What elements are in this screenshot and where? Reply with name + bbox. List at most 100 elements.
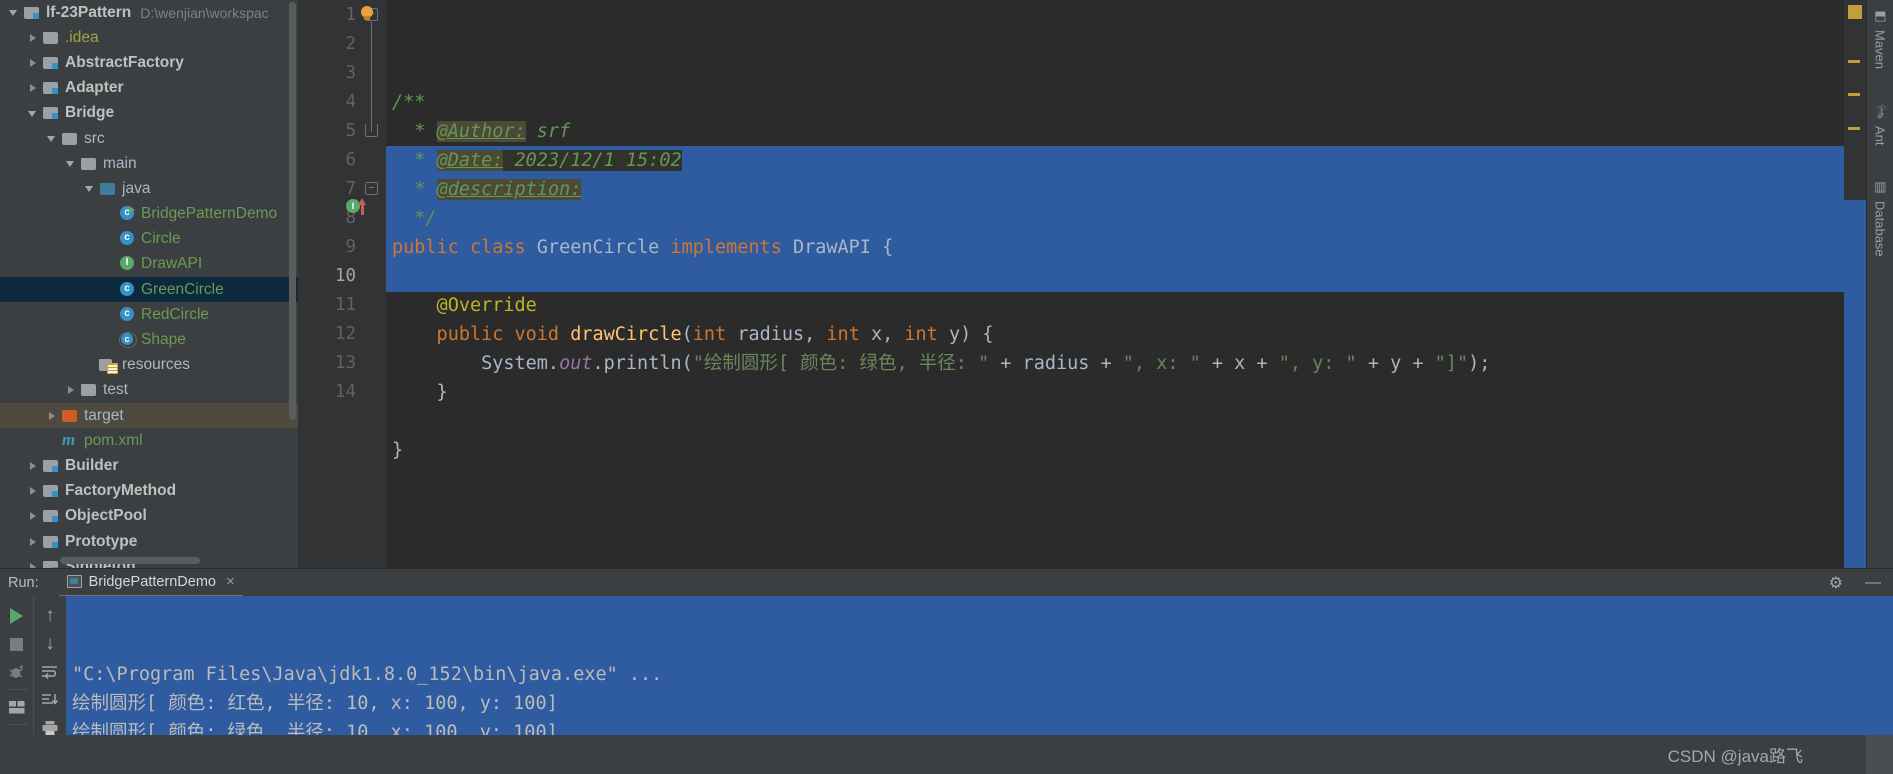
database-icon: ▤ (1872, 181, 1888, 197)
project-tree-vertical-scrollbar[interactable] (289, 2, 296, 420)
chevron-right-icon[interactable] (27, 560, 40, 568)
chevron-right-icon[interactable] (46, 409, 59, 422)
code-line[interactable]: } (386, 378, 1866, 407)
code-line[interactable] (386, 465, 1866, 494)
inspection-status-marker[interactable] (1848, 5, 1862, 19)
tree-item-java[interactable]: java (0, 176, 298, 201)
code-line[interactable]: */ (386, 204, 1866, 233)
tree-item-redcircle[interactable]: RedCircle (0, 302, 298, 327)
module-folder-icon (23, 5, 41, 21)
gutter-line-number: 4 (345, 92, 356, 112)
tree-item-objectpool[interactable]: ObjectPool (0, 504, 298, 529)
rail-tab-database-label: Database (1872, 201, 1888, 258)
rail-tab-database[interactable]: ▤ Database (1870, 175, 1891, 263)
java-class-icon (118, 306, 136, 323)
tree-item-label: Circle (141, 230, 181, 248)
code-line[interactable]: * @Date: 2023/12/1 15:02 (386, 146, 1866, 175)
tree-item-target[interactable]: target (0, 403, 298, 429)
chevron-right-icon[interactable] (27, 56, 40, 69)
tree-item-lf-23pattern[interactable]: lf-23Pattern D:\wenjian\workspac (0, 0, 298, 25)
tree-item-bridgepatterndemo[interactable]: BridgePatternDemo (0, 202, 298, 227)
soft-wrap-button[interactable] (36, 658, 64, 686)
tree-item-greencircle[interactable]: GreenCircle (0, 277, 298, 303)
tree-item-builder[interactable]: Builder (0, 453, 298, 478)
chevron-right-icon[interactable] (65, 384, 78, 397)
code-line[interactable]: /** (386, 88, 1866, 117)
code-token-anno: @Override (392, 295, 537, 316)
tree-item-bridge[interactable]: Bridge (0, 101, 298, 126)
gutter-line-number: 2 (345, 34, 356, 54)
fold-method-icon[interactable]: − (365, 182, 378, 195)
rerun-button[interactable] (3, 602, 31, 630)
warning-marker[interactable] (1848, 60, 1860, 63)
chevron-down-icon[interactable] (65, 157, 78, 170)
layout-button[interactable] (3, 693, 31, 721)
chevron-right-icon[interactable] (27, 510, 40, 523)
warning-marker[interactable] (1848, 127, 1860, 130)
rail-tab-maven[interactable]: ◧ Maven (1870, 4, 1891, 75)
tree-item-shape[interactable]: Shape (0, 327, 298, 352)
project-tree-horizontal-scrollbar[interactable] (60, 557, 200, 564)
code-token-class: DrawAPI { (792, 237, 894, 258)
tree-item-main[interactable]: main (0, 151, 298, 176)
code-token-keyword: public void (392, 324, 571, 345)
rail-tab-ant[interactable]: 🐜 Ant (1870, 99, 1891, 151)
fold-region-end-icon[interactable] (365, 124, 378, 137)
chevron-right-icon[interactable] (27, 535, 40, 548)
selection-marker[interactable] (1844, 200, 1866, 568)
editor-code-area[interactable]: /** * @Author: srf * @Date: 2023/12/1 15… (386, 0, 1866, 568)
code-line[interactable]: System.out.println("绘制圆形[ 颜色: 绿色, 半径: " … (386, 349, 1866, 378)
code-line[interactable]: public class GreenCircle implements Draw… (386, 233, 1866, 262)
chevron-right-icon[interactable] (27, 485, 40, 498)
project-tree-panel[interactable]: lf-23Pattern D:\wenjian\workspac .idea Abst… (0, 0, 298, 568)
code-line[interactable] (386, 262, 1866, 291)
maven-icon: ◧ (1872, 10, 1888, 25)
stop-icon (10, 637, 23, 651)
minimize-icon[interactable]: — (1865, 574, 1881, 592)
next-occurrence-button[interactable]: ↓ (36, 630, 64, 658)
run-tab-bridgepatterndemo[interactable]: BridgePatternDemo × (58, 569, 243, 597)
tree-item--idea[interactable]: .idea (0, 25, 298, 50)
tree-item-abstractfactory[interactable]: AbstractFactory (0, 50, 298, 75)
tree-item-pom-xml[interactable]: pom.xml (0, 428, 298, 453)
stop-button[interactable] (3, 630, 31, 658)
chevron-right-icon[interactable] (27, 82, 40, 95)
intention-bulb-icon[interactable] (360, 6, 374, 22)
editor-gutter[interactable]: 1 2 3 4 5 6 7 8 9 10 11 12 13 14 − − I (298, 0, 386, 568)
debug-button[interactable] (3, 658, 31, 686)
code-token-method: drawCircle (570, 324, 682, 345)
chevron-right-icon[interactable] (27, 31, 40, 44)
editor-marker-rail[interactable] (1844, 0, 1866, 568)
close-icon[interactable]: × (226, 573, 235, 590)
code-editor[interactable]: 1 2 3 4 5 6 7 8 9 10 11 12 13 14 − − I /** * @Author:… (298, 0, 1866, 568)
console-line: 绘制圆形[ 颜色: 红色, 半径: 10, x: 100, y: 100] (72, 693, 558, 714)
interface-implement-icon[interactable]: I (346, 198, 376, 215)
soft-wrap-icon (42, 666, 57, 679)
code-line[interactable]: * @Author: srf (386, 117, 1866, 146)
tree-item-adapter[interactable]: Adapter (0, 76, 298, 101)
chevron-down-icon[interactable] (84, 182, 97, 195)
right-tool-rail[interactable]: ◧ Maven 🐜 Ant ▤ Database (1866, 0, 1893, 568)
warning-marker[interactable] (1848, 93, 1860, 96)
chevron-down-icon[interactable] (27, 107, 40, 120)
chevron-down-icon[interactable] (8, 6, 21, 19)
tree-item-circle[interactable]: Circle (0, 227, 298, 252)
tree-item-src[interactable]: src (0, 126, 298, 151)
tree-item-resources[interactable]: resources (0, 353, 298, 378)
tree-item-prototype[interactable]: Prototype (0, 529, 298, 554)
code-line[interactable]: } (386, 436, 1866, 465)
gear-icon[interactable]: ⚙ (1829, 573, 1843, 593)
chevron-right-icon[interactable] (27, 459, 40, 472)
tree-item-drawapi[interactable]: DrawAPI (0, 252, 298, 277)
prev-occurrence-button[interactable]: ↑ (36, 602, 64, 630)
tree-item-factorymethod[interactable]: FactoryMethod (0, 479, 298, 504)
chevron-down-icon[interactable] (46, 132, 59, 145)
scroll-to-end-button[interactable] (36, 686, 64, 714)
code-line[interactable]: public void drawCircle(int radius, int x… (386, 320, 1866, 349)
code-line[interactable]: @Override (386, 291, 1866, 320)
run-config-icon (66, 575, 82, 588)
tree-item-test[interactable]: test (0, 378, 298, 403)
code-line[interactable] (386, 407, 1866, 436)
code-line[interactable]: * @description: (386, 175, 1866, 204)
